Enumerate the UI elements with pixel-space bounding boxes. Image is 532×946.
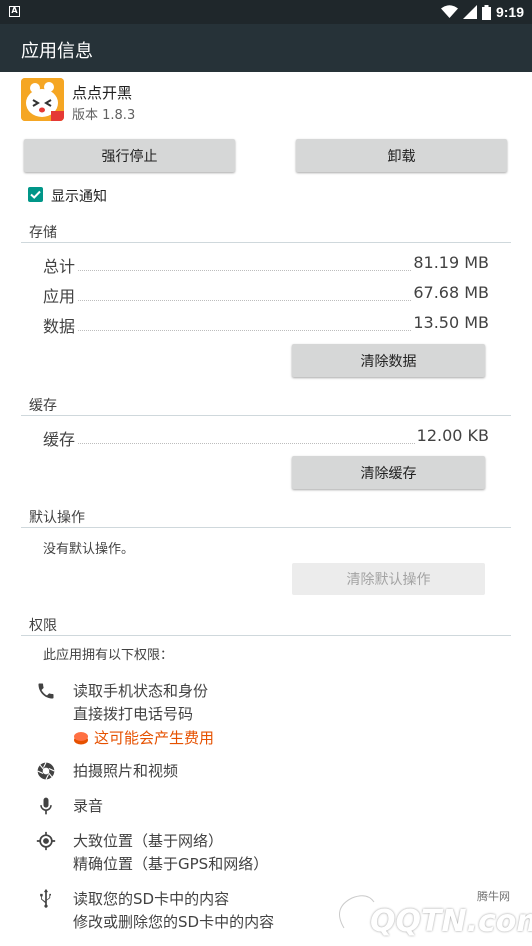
clear-cache-button[interactable]: 清除缓存: [292, 456, 485, 489]
android-notification-icon: A: [9, 6, 20, 17]
clear-data-button[interactable]: 清除数据: [292, 344, 485, 377]
app-icon: [21, 78, 64, 121]
cache-row-label: 缓存: [43, 426, 78, 450]
show-notifications-checkbox[interactable]: [28, 187, 43, 202]
no-defaults-text: 没有默认操作。: [43, 542, 135, 557]
force-stop-button[interactable]: 强行停止: [24, 139, 235, 172]
storage-divider: [21, 242, 511, 243]
defaults-divider: [21, 527, 511, 528]
permission-line: 读取您的SD卡中的内容: [73, 890, 230, 908]
permission-line: 精确位置（基于GPS和网络）: [73, 855, 269, 873]
checkmark-icon: [30, 190, 41, 199]
storage-row-label: 应用: [43, 283, 78, 307]
cell-signal-icon: [462, 5, 477, 19]
permission-line: 直接拨打电话号码: [73, 705, 194, 723]
site-watermark: QQTN.com 腾牛网: [322, 888, 532, 939]
app-name: 点点开黑: [72, 84, 133, 102]
storage-row-value: 13.50 MB: [411, 313, 489, 332]
permission-line: 修改或删除您的SD卡中的内容: [73, 913, 275, 931]
status-icons: 9:19: [440, 3, 524, 21]
location-icon: [36, 831, 56, 851]
usb-icon: [40, 888, 51, 908]
cache-section-title: 缓存: [29, 398, 57, 414]
watermark-text: QQTN.com: [370, 904, 532, 939]
storage-row-label: 数据: [43, 313, 78, 337]
permission-line: 读取手机状态和身份: [73, 682, 209, 700]
defaults-section-title: 默认操作: [29, 510, 85, 526]
storage-row-value: 81.19 MB: [411, 253, 489, 272]
storage-section-title: 存储: [29, 225, 57, 241]
phone-icon: [38, 683, 54, 699]
storage-row-app: 应用 67.68 MB: [43, 283, 489, 307]
coin-warning-icon: [74, 732, 88, 745]
cache-divider: [21, 415, 511, 416]
storage-row-label: 总计: [43, 253, 78, 277]
permissions-intro: 此应用拥有以下权限：: [43, 648, 174, 663]
permissions-divider: [21, 635, 511, 636]
battery-icon: [481, 4, 491, 20]
status-bar: A 9:19: [0, 0, 532, 24]
storage-row-value: 67.68 MB: [411, 283, 489, 302]
app-bar: 应用信息: [0, 24, 532, 72]
permission-line: 拍摄照片和视频: [73, 762, 179, 780]
clear-defaults-button: 清除默认操作: [292, 563, 485, 595]
microphone-icon: [40, 797, 52, 815]
cache-row: 缓存 12.00 KB: [43, 426, 489, 450]
show-notifications-label: 显示通知: [51, 189, 107, 205]
cache-row-value: 12.00 KB: [414, 426, 489, 445]
permissions-section-title: 权限: [29, 618, 57, 634]
app-header: 点点开黑 版本 1.8.3: [21, 78, 421, 124]
permission-line: 大致位置（基于网络）: [73, 832, 224, 850]
cost-warning-text: 这可能会产生费用: [94, 729, 215, 747]
status-time: 9:19: [495, 4, 524, 20]
watermark-label: 腾牛网: [477, 890, 510, 903]
wifi-icon: [440, 5, 458, 18]
storage-row-total: 总计 81.19 MB: [43, 253, 489, 277]
camera-icon: [37, 762, 55, 780]
uninstall-button[interactable]: 卸载: [296, 139, 507, 172]
storage-row-data: 数据 13.50 MB: [43, 313, 489, 337]
permission-line: 录音: [73, 797, 104, 815]
app-version: 版本 1.8.3: [72, 108, 136, 123]
page-title: 应用信息: [21, 41, 93, 62]
